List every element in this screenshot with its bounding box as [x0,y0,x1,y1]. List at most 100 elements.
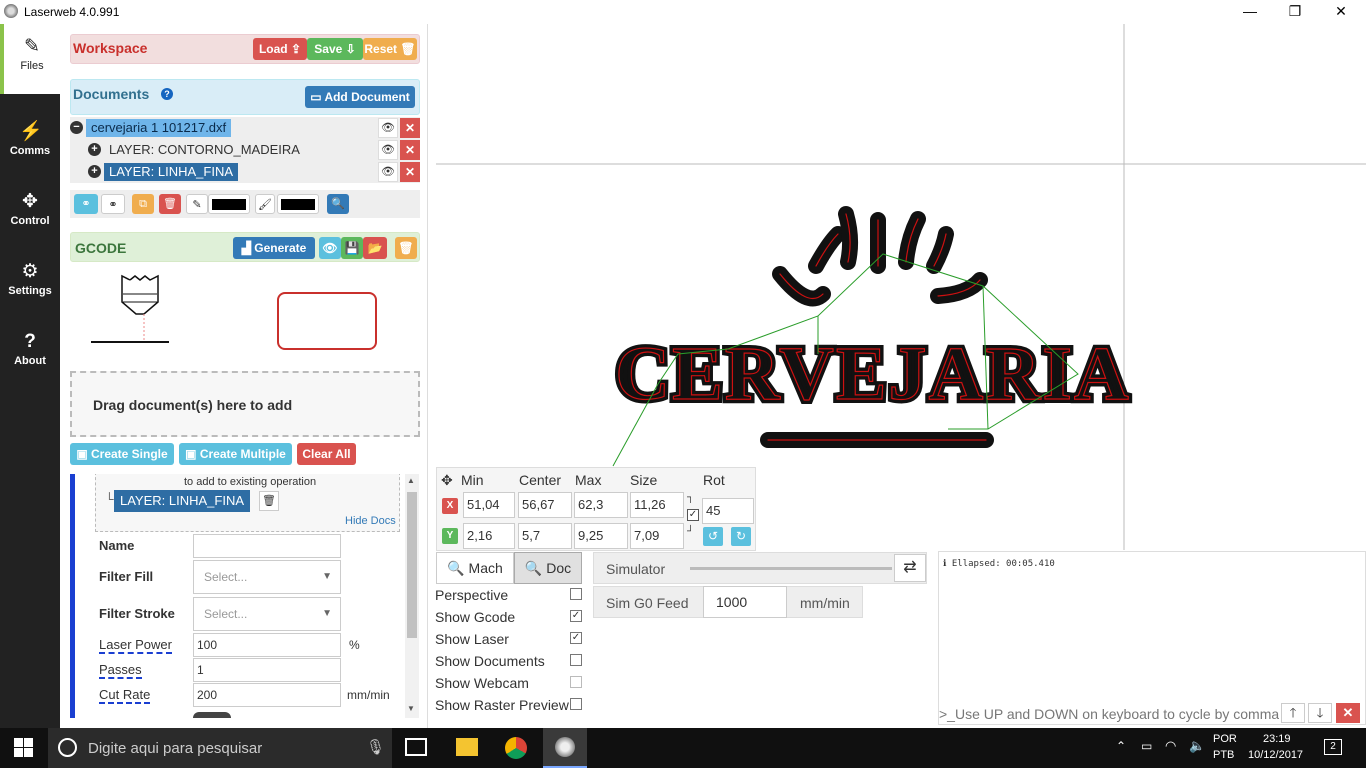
y-max-input[interactable]: 9,25 [574,523,628,549]
save-workspace-button[interactable]: Save ⇩ [307,38,363,60]
task-view-icon[interactable] [405,738,427,756]
y-min-input[interactable]: 2,16 [463,523,515,549]
save-gcode-icon[interactable]: 💾 [341,237,363,259]
swap-arrows-icon[interactable]: ⇄ [894,554,926,582]
filter-stroke-select[interactable]: Select... ▼ [193,597,341,631]
reset-button[interactable]: Reset 🗑 [363,38,417,60]
microphone-icon[interactable]: 🎙 [366,738,385,756]
nav-about[interactable]: ? About [0,319,60,389]
add-document-button[interactable]: ▭ Add Document [305,86,415,108]
document-row[interactable]: − cervejaria 1 101217.dxf 👁 ✕ [70,117,420,139]
rotate-right-icon[interactable]: ↻ [731,527,751,546]
scrollbar-thumb[interactable] [407,492,417,638]
cut-rate-input[interactable]: 200 [193,683,341,707]
load-button[interactable]: Load ⇪ [253,38,307,60]
eye-icon[interactable]: 👁 [378,140,398,160]
delete-icon[interactable]: 🗑 [159,194,181,214]
nav-comms[interactable]: ⚡ Comms [0,109,60,179]
chevron-up-icon[interactable]: ⌃ [1116,739,1126,753]
x-center-input[interactable]: 56,67 [518,492,572,518]
workspace-view[interactable]: CERVEJARIA CERVEJARIA ✥ Min Center Max S… [428,24,1366,728]
nav-control[interactable]: ✥ Control [0,179,60,249]
generate-button[interactable]: ▟ Generate [233,237,315,259]
file-explorer-icon[interactable] [456,738,478,756]
clear-console-icon[interactable]: ✕ [1336,703,1360,723]
show-laser-checkbox[interactable]: ✓ [570,632,582,644]
pencil-icon[interactable]: ✎ [186,194,208,214]
laser-power-input[interactable]: 100 [193,633,341,657]
fill-color-swatch[interactable] [277,194,319,214]
clone-icon[interactable]: ⧉ [132,194,154,214]
notification-icon[interactable]: 2 [1324,739,1342,755]
expand-icon[interactable]: + [88,143,101,156]
language-primary[interactable]: POR [1213,733,1237,745]
minimize-button[interactable]: — [1227,0,1273,24]
show-webcam-checkbox[interactable] [570,676,582,688]
clock-date[interactable]: 10/12/2017 [1248,749,1303,761]
eye-icon[interactable]: 👁 [378,162,398,182]
nav-settings[interactable]: ⚙ Settings [0,249,60,319]
eye-icon[interactable]: 👁 [378,118,398,138]
view-gcode-icon[interactable]: 👁 [319,237,341,259]
x-min-input[interactable]: 51,04 [463,492,515,518]
filter-fill-select[interactable]: Select... ▼ [193,560,341,594]
laserweb-taskbar-item[interactable] [543,728,587,768]
clear-all-button[interactable]: Clear All [297,443,356,465]
expand-icon[interactable]: + [88,165,101,178]
search-box[interactable]: Digite aqui para pesquisar 🎙 [48,728,392,768]
clock-time[interactable]: 23:19 [1263,733,1291,745]
y-center-input[interactable]: 5,7 [518,523,572,549]
drop-zone[interactable]: Drag document(s) here to add [70,371,420,437]
select-none-icon[interactable]: ⚭ [101,194,125,214]
rotate-left-icon[interactable]: ↺ [703,527,723,546]
document-label[interactable]: cervejaria 1 101217.dxf [86,119,232,137]
toggle-switch[interactable] [193,712,231,718]
name-input[interactable] [193,534,341,558]
search-icon[interactable]: 🔍 [327,194,349,214]
show-raster-preview-checkbox[interactable] [570,698,582,710]
layer-label[interactable]: LAYER: CONTORNO_MADEIRA [104,141,305,159]
create-multiple-button[interactable]: ▣ Create Multiple [179,443,292,465]
clear-gcode-icon[interactable]: 🗑 [395,237,417,259]
hide-docs-link[interactable]: Hide Docs [345,515,396,527]
x-size-input[interactable]: 11,26 [630,492,684,518]
collapse-icon[interactable]: − [70,121,83,134]
wifi-icon[interactable]: ◠ [1165,738,1176,754]
nav-files[interactable]: ✎ Files [0,24,60,94]
maximize-button[interactable]: ❐ [1272,0,1318,24]
brush-icon[interactable]: 🖌 [255,194,275,214]
battery-icon[interactable]: ▭ [1141,739,1152,753]
windows-start-icon[interactable] [14,738,34,758]
chrome-icon[interactable] [505,737,527,759]
show-documents-checkbox[interactable] [570,654,582,666]
arrow-up-icon[interactable]: 🡑 [1281,703,1305,723]
remove-document-button[interactable]: ✕ [400,118,420,138]
passes-input[interactable]: 1 [193,658,341,682]
scrollbar[interactable]: ▲ ▼ [405,474,419,718]
x-max-input[interactable]: 62,3 [574,492,628,518]
help-icon[interactable]: ? [161,88,173,100]
layer-row[interactable]: + LAYER: CONTORNO_MADEIRA 👁 ✕ [70,139,420,161]
doc-view-button[interactable]: 🔍 Doc [514,552,582,584]
create-single-button[interactable]: ▣ Create Single [70,443,174,465]
stroke-color-swatch[interactable] [208,194,250,214]
remove-doc-icon[interactable]: 🗑 [259,491,279,511]
y-size-input[interactable]: 7,09 [630,523,684,549]
remove-layer-button[interactable]: ✕ [400,162,420,182]
console-input[interactable]: >_Use UP and DOWN on keyboard to cycle b… [939,703,1279,725]
close-window-button[interactable]: ✕ [1318,0,1364,24]
language-secondary[interactable]: PTB [1213,749,1234,761]
mach-view-button[interactable]: 🔍 Mach [436,552,514,584]
lock-ratio-checkbox[interactable]: ✓ [687,509,699,521]
operation-layer[interactable]: LAYER: LINHA_FINA [114,490,251,512]
arrow-down-icon[interactable]: 🡓 [1308,703,1332,723]
perspective-checkbox[interactable] [570,588,582,600]
sim-g0-input[interactable]: 1000 [703,586,787,618]
remove-layer-button[interactable]: ✕ [400,140,420,160]
simulator-slider[interactable] [690,567,892,570]
volume-icon[interactable]: 🔈 [1189,738,1205,754]
layer-label[interactable]: LAYER: LINHA_FINA [104,163,239,181]
show-gcode-checkbox[interactable]: ✓ [570,610,582,622]
rotation-input[interactable]: 45 [702,498,754,524]
select-all-icon[interactable]: ⚭ [74,194,98,214]
